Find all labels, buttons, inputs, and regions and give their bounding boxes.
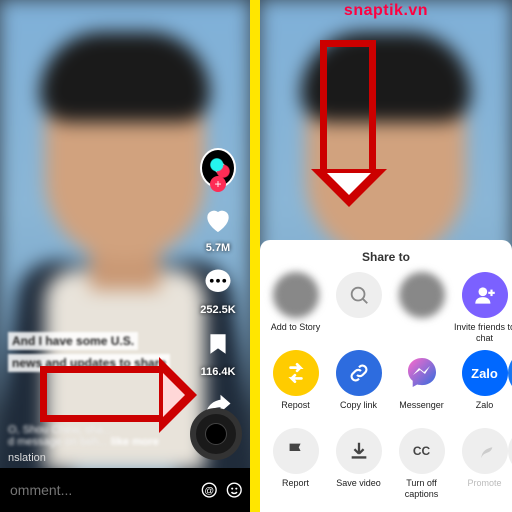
emoji-icon[interactable]: [226, 478, 243, 502]
translation-label[interactable]: nslation: [8, 452, 46, 464]
save-video-button[interactable]: Save video: [327, 428, 390, 500]
contact-blurred[interactable]: [327, 272, 390, 344]
instruction-arrow-to-copylink: [320, 40, 376, 177]
share-sheet-title: Share to: [264, 250, 508, 264]
contact-blurred-2[interactable]: [390, 272, 453, 344]
share-sheet-panel: snaptik.vn Share to Add to Story: [260, 0, 512, 512]
invite-friends[interactable]: Invite friends to chat: [453, 272, 512, 344]
zalo-button[interactable]: Zalo Zalo: [453, 350, 512, 422]
share-row-actions: Report Save video CC Turn off captions P…: [264, 428, 508, 500]
save-icon[interactable]: [200, 326, 236, 362]
action-rail: + 5.7M 252.5K 116.4K 223.9K: [194, 150, 242, 446]
tutorial-image: + 5.7M 252.5K 116.4K 223.9K And I have s…: [0, 0, 512, 512]
sound-disc[interactable]: [190, 408, 242, 460]
share-sheet: Share to Add to Story Invite friends to …: [260, 240, 512, 512]
follow-plus-icon[interactable]: +: [210, 176, 226, 192]
svg-text:@: @: [204, 485, 214, 496]
share-row-apps: Repost Copy link Messenger Zalo Zalo Fac: [264, 350, 508, 422]
promote-button[interactable]: Promote: [453, 428, 512, 500]
comment-input[interactable]: [8, 481, 193, 499]
tiktok-video-panel: + 5.7M 252.5K 116.4K 223.9K And I have s…: [0, 0, 250, 512]
instruction-arrow-to-share: [40, 366, 167, 422]
report-button[interactable]: Report: [264, 428, 327, 500]
add-to-story[interactable]: Add to Story: [264, 272, 327, 344]
video-meta: O, Shou Chew, sha... d message on beh...…: [8, 424, 180, 448]
captions-toggle-button[interactable]: CC Turn off captions: [390, 428, 453, 500]
copy-link-button[interactable]: Copy link: [327, 350, 390, 422]
messenger-button[interactable]: Messenger: [390, 350, 453, 422]
comment-count: 252.5K: [200, 304, 235, 316]
panel-divider: [250, 0, 260, 512]
share-row-people: Add to Story Invite friends to chat: [264, 272, 508, 344]
watermark: snaptik.vn: [344, 2, 428, 20]
comment-icon[interactable]: [200, 264, 236, 300]
mention-icon[interactable]: @: [201, 478, 218, 502]
save-count: 116.4K: [201, 366, 236, 378]
like-count: 5.7M: [206, 242, 230, 254]
comment-bar: @: [0, 468, 250, 512]
like-icon[interactable]: [200, 202, 236, 238]
repost-button[interactable]: Repost: [264, 350, 327, 422]
profile-badge[interactable]: +: [200, 150, 236, 186]
